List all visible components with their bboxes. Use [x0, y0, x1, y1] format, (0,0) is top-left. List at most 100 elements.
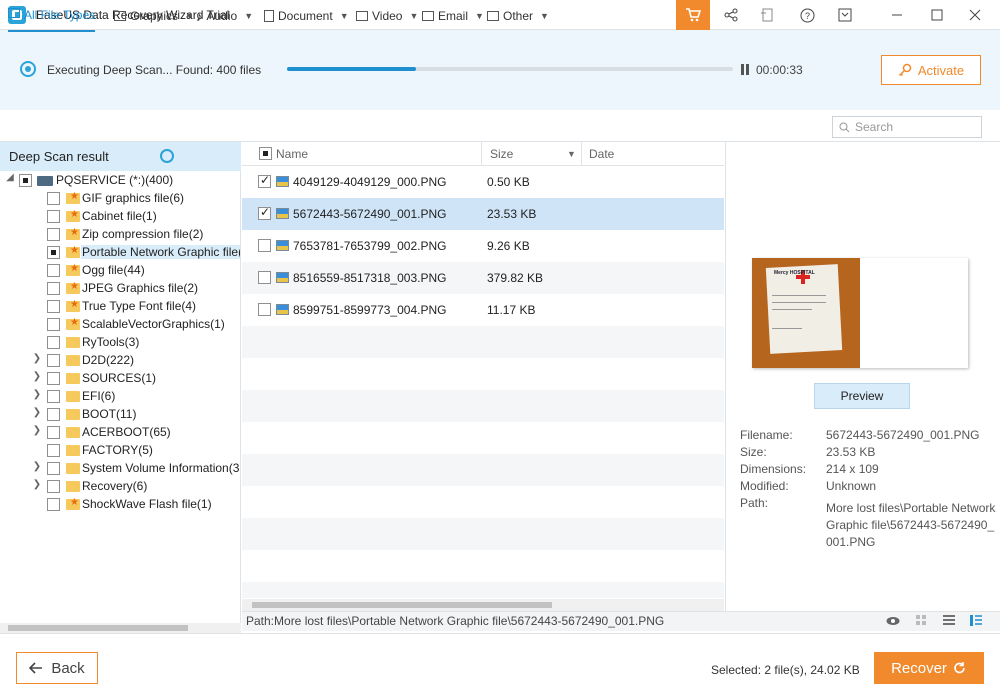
chevron-right-icon[interactable]: ❯	[32, 371, 42, 382]
file-checkbox[interactable]	[258, 205, 271, 220]
file-row[interactable]: 7653781-7653799_002.PNG 9.26 KB	[242, 230, 724, 262]
tree-item[interactable]: ❯ EFI(6)	[0, 388, 240, 406]
checkbox[interactable]	[47, 192, 60, 205]
file-row[interactable]: 4049129-4049129_000.PNG 0.50 KB	[242, 166, 724, 198]
tree-item[interactable]: ScalableVectorGraphics(1)	[0, 316, 240, 334]
tree-item[interactable]: GIF graphics file(6)	[0, 190, 240, 208]
checkbox[interactable]	[47, 372, 60, 385]
preview-button[interactable]: Preview	[814, 383, 910, 409]
tab-audio[interactable]: ♪ Audio ▼	[196, 7, 253, 25]
tree-item[interactable]: ❯ D2D(222)	[0, 352, 240, 370]
close-icon[interactable]	[958, 0, 992, 30]
tree-item[interactable]: Ogg file(44)	[0, 262, 240, 280]
tab-document[interactable]: Document ▼	[264, 7, 349, 25]
chevron-right-icon[interactable]: ❯	[32, 479, 42, 490]
file-checkbox[interactable]	[258, 239, 271, 252]
list-view-icon[interactable]	[943, 615, 956, 626]
maximize-icon[interactable]	[920, 0, 954, 30]
column-name[interactable]: Name	[276, 147, 308, 161]
checkbox[interactable]	[47, 300, 60, 313]
checkbox[interactable]	[47, 390, 60, 403]
feedback-icon[interactable]	[750, 0, 784, 30]
file-checkbox[interactable]	[258, 271, 271, 284]
checkbox[interactable]	[47, 210, 60, 223]
eye-icon[interactable]	[886, 615, 900, 626]
tree-item[interactable]: ❯ Recovery(6)	[0, 478, 240, 496]
monitor-icon	[8, 8, 20, 18]
path-value: More lost files\Portable Network Graphic…	[826, 501, 996, 549]
chevron-right-icon[interactable]: ❯	[32, 461, 42, 472]
search-input[interactable]: Search	[832, 116, 982, 138]
checkbox[interactable]	[47, 354, 60, 367]
tab-graphics[interactable]: Graphics ▼	[114, 7, 194, 25]
checkbox[interactable]	[47, 318, 60, 331]
tree-item-label: ShockWave Flash file(1)	[82, 497, 212, 511]
tree-item[interactable]: Zip compression file(2)	[0, 226, 240, 244]
share-icon[interactable]	[714, 0, 748, 30]
back-button[interactable]: Back	[16, 652, 98, 684]
chevron-down-icon[interactable]: ◢	[5, 172, 15, 183]
tree-item[interactable]: Portable Network Graphic file(	[0, 244, 240, 262]
chevron-down-icon: ▼	[409, 11, 419, 21]
detail-view-icon[interactable]	[970, 615, 983, 626]
file-row[interactable]: 5672443-5672490_001.PNG 23.53 KB	[242, 198, 724, 230]
tree-item[interactable]: ❯ ACERBOOT(65)	[0, 424, 240, 442]
tree-root[interactable]: ◢ PQSERVICE (*:)(400)	[0, 172, 240, 190]
file-list-scrollbar-thumb[interactable]	[252, 602, 552, 608]
file-row[interactable]: 8599751-8599773_004.PNG 11.17 KB	[242, 294, 724, 326]
checkbox[interactable]	[47, 228, 60, 241]
checkbox[interactable]	[47, 408, 60, 421]
grid-view-icon[interactable]	[916, 615, 929, 626]
checkbox[interactable]	[47, 264, 60, 277]
checkbox[interactable]	[47, 498, 60, 511]
menu-icon[interactable]	[828, 0, 862, 30]
recover-button[interactable]: Recover	[874, 652, 984, 684]
minimize-icon[interactable]	[880, 0, 914, 30]
activate-button[interactable]: Activate	[881, 55, 981, 85]
tree-item[interactable]: Cabinet file(1)	[0, 208, 240, 226]
checkbox[interactable]	[47, 426, 60, 439]
file-checkbox[interactable]	[258, 173, 271, 188]
folder-icon	[66, 445, 80, 456]
tab-video[interactable]: Video ▼	[356, 7, 418, 25]
checkbox[interactable]	[47, 462, 60, 475]
chevron-right-icon[interactable]: ❯	[32, 389, 42, 400]
tree-item-label: GIF graphics file(6)	[82, 191, 185, 205]
pause-icon[interactable]	[740, 64, 750, 75]
file-row[interactable]: 8516559-8517318_003.PNG 379.82 KB	[242, 262, 724, 294]
tree-item[interactable]: FACTORY(5)	[0, 442, 240, 460]
cart-icon[interactable]	[676, 0, 710, 30]
column-size[interactable]: Size	[490, 147, 513, 161]
checkbox[interactable]	[47, 336, 60, 349]
file-name: 7653781-7653799_002.PNG	[293, 239, 447, 253]
tree-item[interactable]: True Type Font file(4)	[0, 298, 240, 316]
tree-item[interactable]: JPEG Graphics file(2)	[0, 280, 240, 298]
checkbox[interactable]	[47, 282, 60, 295]
checkbox[interactable]	[47, 246, 60, 259]
tab-all-file-types[interactable]: All File Types	[8, 7, 96, 32]
tree-item-label: D2D(222)	[82, 353, 135, 367]
file-checkbox[interactable]	[258, 303, 271, 316]
column-date[interactable]: Date	[589, 147, 614, 161]
help-icon[interactable]: ?	[790, 0, 824, 30]
scan-progress-fill	[287, 67, 417, 71]
tab-email[interactable]: Email ▼	[422, 7, 484, 25]
chevron-right-icon[interactable]: ❯	[32, 353, 42, 364]
tree-item[interactable]: ❯ BOOT(11)	[0, 406, 240, 424]
tree-item[interactable]: ❯ SOURCES(1)	[0, 370, 240, 388]
preview-image-line	[772, 295, 826, 296]
checkbox[interactable]	[47, 480, 60, 493]
chevron-right-icon[interactable]: ❯	[32, 407, 42, 418]
tree-item[interactable]: ShockWave Flash file(1)	[0, 496, 240, 514]
checkbox[interactable]	[19, 174, 32, 187]
chevron-right-icon[interactable]: ❯	[32, 425, 42, 436]
checkbox[interactable]	[47, 444, 60, 457]
tab-other[interactable]: Other ▼	[487, 7, 549, 25]
modified-label: Modified:	[740, 479, 789, 493]
image-file-icon	[276, 272, 289, 283]
key-icon	[898, 63, 912, 77]
tree-item[interactable]: RyTools(3)	[0, 334, 240, 352]
tree-scrollbar-thumb[interactable]	[8, 625, 188, 631]
tree-item[interactable]: ❯ System Volume Information(3	[0, 460, 240, 478]
select-all-checkbox[interactable]	[259, 147, 272, 160]
